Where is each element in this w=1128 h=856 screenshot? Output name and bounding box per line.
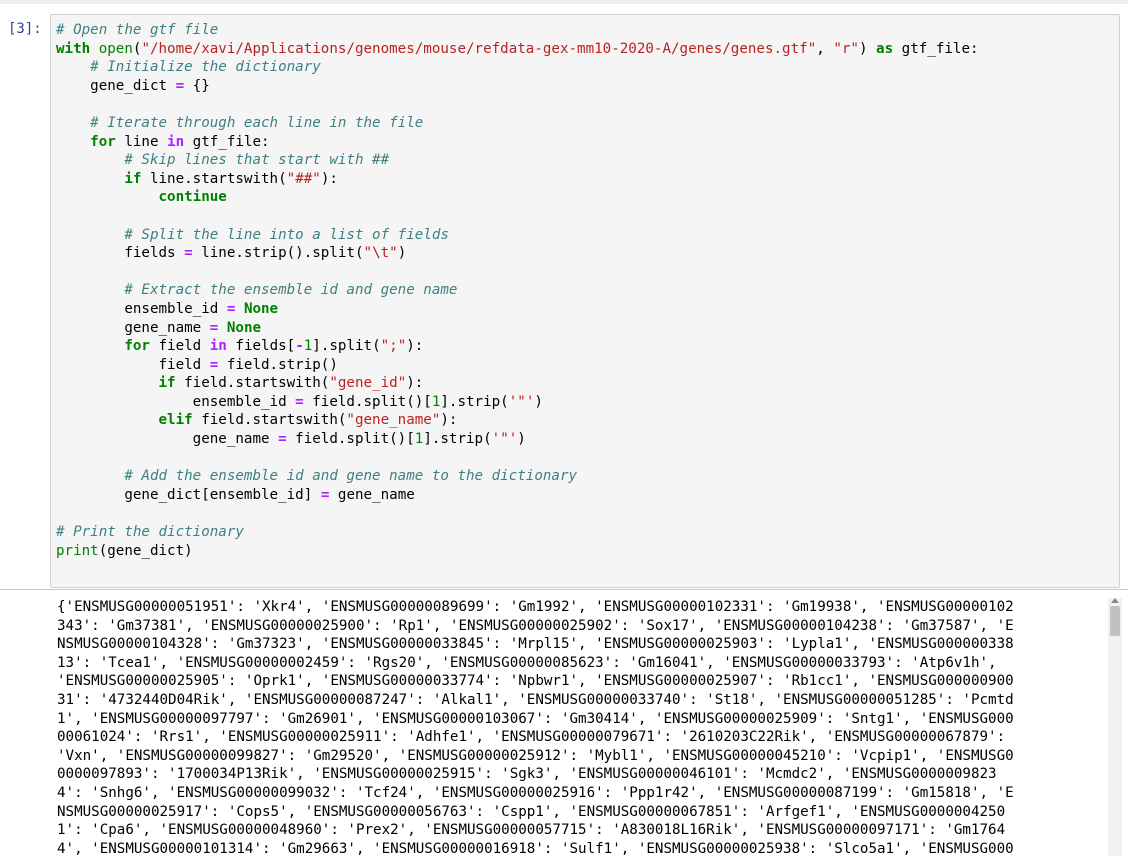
code-token: field <box>149 338 210 355</box>
code-keyword: for <box>90 133 116 150</box>
output-line: 1': 'Cpa6', 'ENSMUSG00000048960': 'Prex2… <box>57 822 1006 839</box>
code-keyword: if <box>124 170 142 187</box>
code-keyword: for <box>124 338 150 355</box>
code-token: fields[ <box>226 338 296 355</box>
code-string: "gene_id" <box>329 375 407 392</box>
code-string: "gene_name" <box>346 412 441 429</box>
code-string: "\t" <box>363 245 398 262</box>
code-token: gene_name <box>124 319 210 336</box>
code-token: gene_name <box>329 486 415 503</box>
scroll-up-arrow-icon[interactable] <box>1111 598 1119 603</box>
code-token: ensemble_id <box>192 393 296 410</box>
code-token: field.startswith( <box>175 375 330 392</box>
code-comment: # Initialize the dictionary <box>90 59 321 76</box>
code-token: {} <box>184 77 210 94</box>
code-operator: = <box>184 245 193 262</box>
code-keyword: continue <box>158 189 227 206</box>
code-token: ): <box>320 170 338 187</box>
code-string: "/home/xavi/Applications/genomes/mouse/r… <box>141 40 817 57</box>
code-token: ].split( <box>312 338 381 355</box>
code-token: ): <box>406 338 424 355</box>
code-token: ) <box>517 431 526 448</box>
code-token: line.strip().split( <box>192 245 364 262</box>
code-token: ) <box>397 245 407 262</box>
code-token: ): <box>406 375 424 392</box>
output-line: 343': 'Gm37381', 'ENSMUSG00000025900': '… <box>57 617 1014 634</box>
code-token: ) <box>534 393 543 410</box>
code-builtin: open <box>98 40 133 57</box>
code-comment: # Extract the ensemble id and gene name <box>124 282 458 299</box>
code-token: field.split()[ <box>286 431 415 448</box>
code-comment: # Open the gtf file <box>56 22 219 38</box>
code-operator: = <box>226 300 236 317</box>
code-token: line.startswith( <box>141 170 287 187</box>
output-line: 4', 'ENSMUSG00000101314': 'Gm29663', 'EN… <box>57 840 1014 856</box>
code-token: gene_name <box>192 431 279 448</box>
code-operator: = <box>295 393 304 410</box>
code-token: ].strip( <box>423 431 492 448</box>
code-operator: = <box>209 319 219 336</box>
code-builtin: print <box>56 542 99 559</box>
code-string: '"' <box>491 431 518 448</box>
code-comment: # Add the ensemble id and gene name to t… <box>124 468 578 485</box>
code-operator: in <box>167 133 185 150</box>
code-token: , <box>816 40 834 57</box>
code-keyword: elif <box>158 412 193 429</box>
output-line: 1', 'ENSMUSG00000097797': 'Gm26901', 'EN… <box>57 710 1014 727</box>
code-token: line <box>115 133 168 150</box>
notebook-top-border <box>0 0 1128 4</box>
code-operator: = <box>209 356 219 373</box>
code-token: field <box>158 356 210 373</box>
code-token: ].strip( <box>440 393 509 410</box>
code-comment: # Skip lines that start with ## <box>124 152 390 169</box>
output-line: 0000097893': '1700034P13Rik', 'ENSMUSG00… <box>57 766 997 783</box>
code-token: (gene_dict) <box>98 542 193 559</box>
code-keyword: if <box>158 375 176 392</box>
output-line: 13': 'Tcea1', 'ENSMUSG00000002459': 'Rgs… <box>57 654 997 671</box>
code-cell-editor[interactable]: # Open the gtf file with open("/home/xav… <box>50 14 1120 588</box>
code-comment: # Split the line into a list of fields <box>124 226 449 243</box>
output-line: 'Vxn', 'ENSMUSG00000099827': 'Gm29520', … <box>57 747 1014 764</box>
code-token: ) <box>858 40 877 57</box>
output-line: NSMUSG00000104328': 'Gm37323', 'ENSMUSG0… <box>57 636 1014 653</box>
code-keyword: with <box>56 40 91 57</box>
code-token: gene_dict <box>90 77 176 94</box>
code-token: gene_dict[ensemble_id] <box>124 486 321 503</box>
code-string: "##" <box>286 170 321 187</box>
code-operator: = <box>175 77 185 94</box>
code-operator: - <box>295 338 304 355</box>
output-scrollbar-thumb[interactable] <box>1110 606 1120 636</box>
output-line: 4': 'Snhg6', 'ENSMUSG00000099032': 'Tcf2… <box>57 784 1014 801</box>
input-prompt: [3]: <box>8 21 42 37</box>
output-line: {'ENSMUSG00000051951': 'Xkr4', 'ENSMUSG0… <box>57 599 1014 615</box>
code-token: ensemble_id <box>124 300 227 317</box>
code-token: ): <box>440 412 458 429</box>
output-scrollbar[interactable] <box>1108 598 1122 856</box>
code-keyword: None <box>226 319 262 336</box>
code-comment: # Iterate through each line in the file <box>90 114 424 131</box>
code-token: field.startswith( <box>192 412 347 429</box>
code-operator: = <box>278 431 287 448</box>
cell-output-area[interactable]: {'ENSMUSG00000051951': 'Xkr4', 'ENSMUSG0… <box>0 589 1128 856</box>
code-string: "r" <box>833 40 859 57</box>
output-line: NSMUSG00000025917': 'Cops5', 'ENSMUSG000… <box>57 803 1006 820</box>
code-keyword: None <box>243 300 279 317</box>
output-line: 00061024': 'Rrs1', 'ENSMUSG00000025911':… <box>57 729 1006 746</box>
code-keyword: as <box>876 40 894 57</box>
code-number: 1 <box>303 338 313 355</box>
code-token: field.split()[ <box>303 393 432 410</box>
code-string: ";" <box>380 338 407 355</box>
code-text[interactable]: # Open the gtf file with open("/home/xav… <box>56 21 979 560</box>
output-line: 'ENSMUSG00000025905': 'Oprk1', 'ENSMUSG0… <box>57 673 1014 690</box>
output-line: 31': '4732440D04Rik', 'ENSMUSG0000008724… <box>57 691 1014 708</box>
code-operator: in <box>209 338 227 355</box>
code-token: field.strip() <box>218 356 338 373</box>
code-token: gtf_file: <box>184 133 270 150</box>
code-token: gtf_file: <box>893 40 979 57</box>
code-token: fields <box>124 245 185 262</box>
code-string: '"' <box>508 393 535 410</box>
code-comment: # Print the dictionary <box>56 524 244 541</box>
output-text: {'ENSMUSG00000051951': 'Xkr4', 'ENSMUSG0… <box>57 598 1097 856</box>
